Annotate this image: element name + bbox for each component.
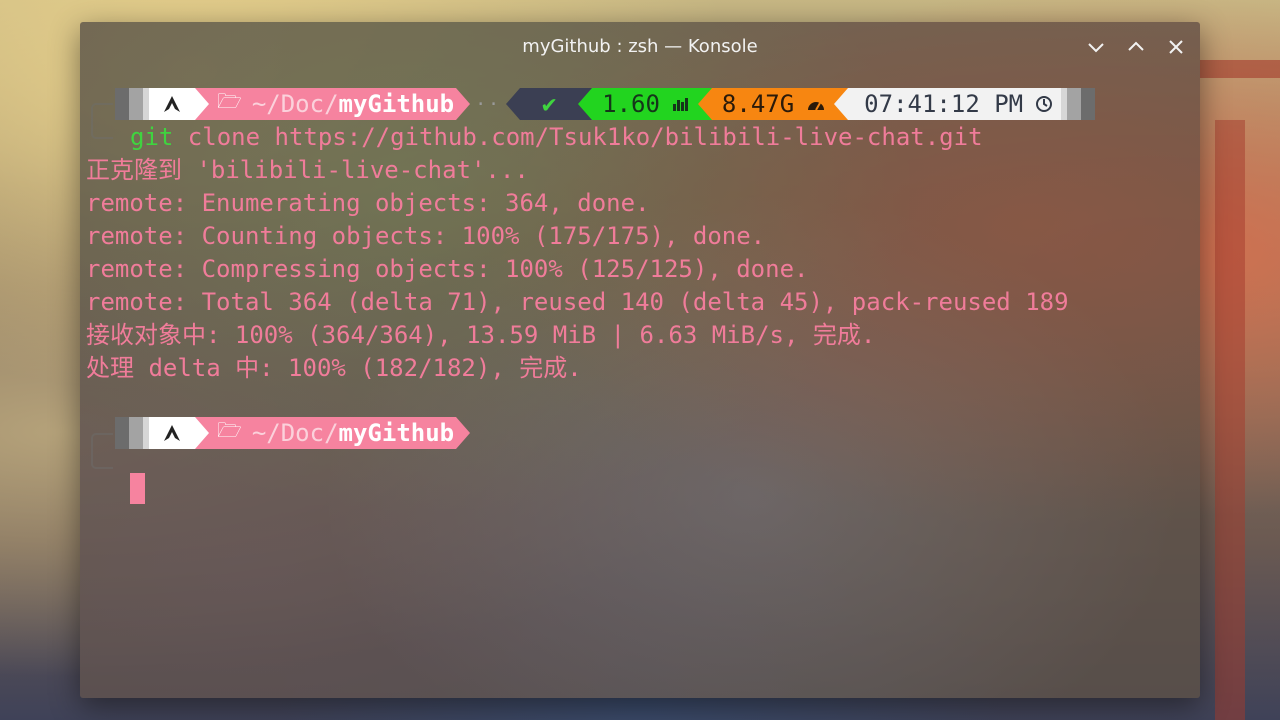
- terminal-cursor[interactable]: [130, 473, 145, 504]
- output-line: remote: Enumerating objects: 364, done.: [86, 189, 650, 217]
- memory-segment: 8.47G: [711, 88, 835, 120]
- prompt-bracket: [91, 433, 113, 469]
- prompt-filler: ··: [475, 93, 501, 115]
- memory-value: 8.47G: [721, 90, 795, 118]
- output-line: 正克隆到 'bilibili-live-chat'...: [86, 156, 529, 184]
- path-middle: Doc: [280, 90, 325, 118]
- segment-separator: [456, 417, 471, 449]
- load-segment: 1.60: [592, 88, 698, 120]
- segment-separator: [195, 417, 209, 449]
- prompt-stripe: [129, 88, 143, 120]
- segment-separator: [456, 88, 471, 120]
- segment-separator: [506, 88, 521, 120]
- output-line: 接收对象中: 100% (364/364), 13.59 MiB | 6.63 …: [86, 321, 876, 349]
- command-name: git: [130, 123, 174, 151]
- output-line: remote: Counting objects: 100% (175/175)…: [86, 222, 766, 250]
- folder-icon: 🗁: [217, 418, 242, 442]
- segment-separator: [578, 88, 593, 120]
- path-separator: /: [324, 90, 339, 118]
- output-line: 处理 delta 中: 100% (182/182), 完成.: [86, 354, 582, 382]
- command-args: clone https://github.com/Tsuk1ko/bilibil…: [173, 123, 983, 151]
- output-line: remote: Total 364 (delta 71), reused 140…: [86, 288, 1069, 316]
- time-value: 07:41:12 PM: [864, 90, 1024, 118]
- path-segment: 🗁 ~/Doc / myGithub: [209, 417, 457, 449]
- time-segment: 07:41:12 PM: [848, 88, 1062, 120]
- path-current: myGithub: [338, 419, 455, 447]
- segment-separator: [195, 88, 209, 120]
- prompt-stripe: [1067, 88, 1082, 120]
- wallpaper-torii-beam: [1200, 60, 1280, 78]
- check-icon: ✔: [541, 90, 557, 118]
- status-segment: ✔: [520, 88, 579, 120]
- path-middle: Doc: [280, 419, 325, 447]
- wallpaper-torii-pillar: [1215, 120, 1245, 720]
- segment-separator: [697, 88, 712, 120]
- path-current: myGithub: [338, 90, 455, 118]
- path-prefix: ~/: [251, 90, 281, 118]
- prompt-stripe: [115, 88, 129, 120]
- os-segment: [149, 417, 195, 449]
- clock-icon: [1036, 96, 1053, 112]
- folder-icon: 🗁: [217, 89, 242, 113]
- prompt-line-2: 🗁 ~/Doc / myGithub: [115, 417, 471, 449]
- bar-chart-icon: [672, 98, 688, 111]
- prompt-line-1: 🗁 ~/Doc / myGithub ·· ✔ 1.60 8.47G 07:41:12…: [115, 88, 1096, 120]
- gauge-icon: [808, 102, 825, 111]
- arch-linux-icon: [164, 425, 180, 441]
- segment-separator: [834, 88, 849, 120]
- path-separator: /: [324, 419, 339, 447]
- prompt-stripe: [115, 417, 129, 449]
- path-prefix: ~/: [251, 419, 281, 447]
- terminal-area[interactable]: 🗁 ~/Doc / myGithub ·· ✔ 1.60 8.47G 07:41:12…: [80, 22, 1200, 698]
- path-segment: 🗁 ~/Doc / myGithub: [209, 88, 457, 120]
- os-segment: [149, 88, 195, 120]
- prompt-stripe: [1081, 88, 1096, 120]
- konsole-window[interactable]: myGithub : zsh — Konsole 🗁 ~/Doc / myGithub: [80, 22, 1200, 698]
- output-line: remote: Compressing objects: 100% (125/1…: [86, 255, 809, 283]
- prompt-bracket: [91, 103, 113, 139]
- prompt-stripe: [129, 417, 143, 449]
- arch-linux-icon: [164, 96, 180, 112]
- command-line: git clone https://github.com/Tsuk1ko/bil…: [130, 121, 983, 154]
- load-value: 1.60: [602, 90, 660, 118]
